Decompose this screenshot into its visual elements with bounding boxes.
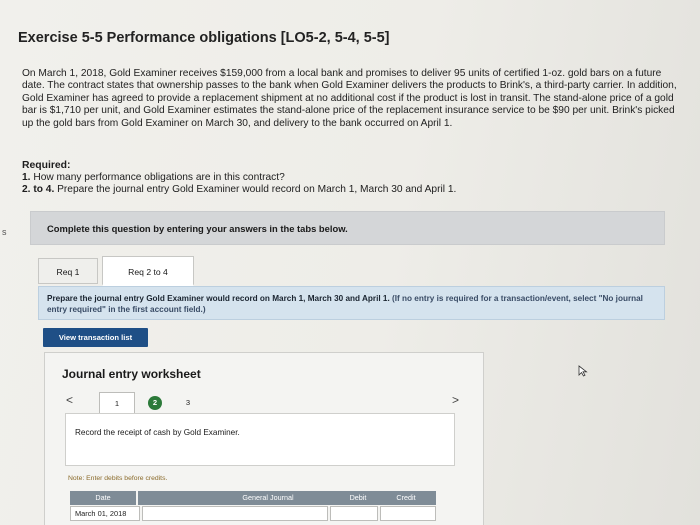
prep-text: Prepare the journal entry Gold Examiner … bbox=[47, 294, 393, 303]
required-item-1: 1. How many performance obligations are … bbox=[22, 172, 456, 184]
debit-input[interactable] bbox=[330, 506, 378, 521]
side-margin-mark: s bbox=[2, 227, 7, 237]
required-item-number: 1. bbox=[22, 172, 31, 183]
debits-note: Note: Enter debits before credits. bbox=[68, 475, 168, 482]
journal-table-header: Date General Journal Debit Credit bbox=[70, 491, 440, 505]
problem-text: On March 1, 2018, Gold Examiner receives… bbox=[22, 68, 677, 129]
column-credit: Credit bbox=[376, 491, 436, 505]
exercise-title: Exercise 5-5 Performance obligations [LO… bbox=[18, 30, 390, 46]
required-heading: Required: bbox=[22, 160, 71, 171]
instruction-bar: Complete this question by entering your … bbox=[30, 211, 665, 245]
record-instruction-text: Record the receipt of cash by Gold Exami… bbox=[75, 428, 240, 437]
required-list: 1. How many performance obligations are … bbox=[22, 172, 456, 197]
column-date: Date bbox=[70, 491, 136, 505]
prev-arrow-icon[interactable]: < bbox=[66, 393, 73, 407]
tab-req-1[interactable]: Req 1 bbox=[38, 258, 98, 284]
prep-instructions: Prepare the journal entry Gold Examiner … bbox=[38, 286, 665, 320]
record-instruction-box: Record the receipt of cash by Gold Exami… bbox=[65, 413, 455, 466]
credit-input[interactable] bbox=[380, 506, 436, 521]
next-arrow-icon[interactable]: > bbox=[452, 393, 459, 407]
tab-req-2-to-4[interactable]: Req 2 to 4 bbox=[102, 256, 194, 286]
mouse-cursor-icon bbox=[578, 365, 588, 377]
instruction-text: Complete this question by entering your … bbox=[47, 223, 348, 234]
required-item-text: How many performance obligations are in … bbox=[30, 172, 285, 183]
account-input[interactable] bbox=[142, 506, 328, 521]
step-3-button[interactable]: 3 bbox=[176, 392, 200, 414]
step-2-button[interactable]: 2 bbox=[148, 396, 162, 410]
required-item-number: 2. to 4. bbox=[22, 184, 55, 196]
worksheet-title: Journal entry worksheet bbox=[62, 367, 201, 381]
required-item-2: 2. to 4. Prepare the journal entry Gold … bbox=[22, 184, 456, 196]
date-select[interactable]: March 01, 2018 bbox=[70, 506, 140, 521]
required-item-text: Prepare the journal entry Gold Examiner … bbox=[54, 184, 457, 196]
tab-strip: Req 1 Req 2 to 4 bbox=[30, 252, 670, 288]
view-transaction-list-button[interactable]: View transaction list bbox=[43, 328, 148, 347]
